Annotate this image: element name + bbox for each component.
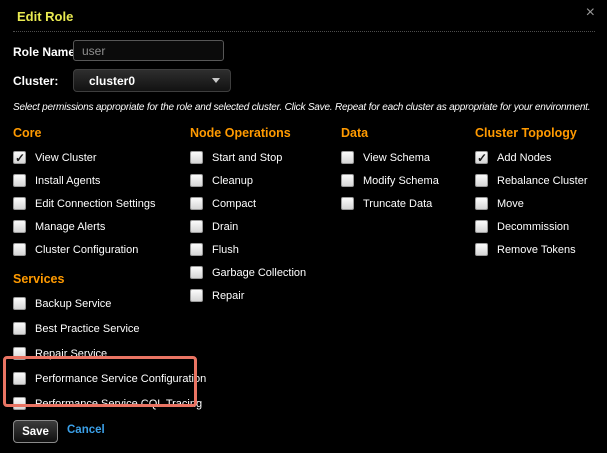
permission-item[interactable]: Rebalance Cluster xyxy=(475,174,588,187)
permission-item[interactable]: Edit Connection Settings xyxy=(13,197,155,210)
checkbox[interactable] xyxy=(190,220,203,233)
checkbox[interactable] xyxy=(13,297,26,310)
permission-label: Garbage Collection xyxy=(212,266,307,279)
permission-label: Repair xyxy=(212,289,245,302)
permission-item[interactable]: Install Agents xyxy=(13,174,155,187)
permission-item[interactable]: Cleanup xyxy=(190,174,306,187)
permission-label: Performance Service CQL Tracing xyxy=(35,397,203,410)
checkbox[interactable] xyxy=(13,347,26,360)
permission-item[interactable]: Manage Alerts xyxy=(13,220,155,233)
permission-item[interactable]: View Cluster xyxy=(13,151,155,165)
permission-label: Performance Service Configuration xyxy=(35,372,207,385)
permission-item[interactable]: Repair Service xyxy=(13,347,206,360)
permission-item[interactable]: View Schema xyxy=(341,151,439,164)
permission-item[interactable]: Truncate Data xyxy=(341,197,439,210)
permission-label: Cleanup xyxy=(212,174,253,187)
permission-item[interactable]: Cluster Configuration xyxy=(13,243,155,256)
permission-item[interactable]: Best Practice Service xyxy=(13,322,206,335)
permission-item[interactable]: Garbage Collection xyxy=(190,266,306,279)
role-name-label: Role Name: xyxy=(13,45,80,59)
checkbox[interactable] xyxy=(475,174,488,187)
section-header-services: Services xyxy=(13,272,65,286)
permission-item[interactable]: Move xyxy=(475,197,588,210)
section-header-node-operations: Node Operations xyxy=(190,126,291,140)
checkbox[interactable] xyxy=(13,174,26,187)
checkbox[interactable] xyxy=(190,243,203,256)
permission-label: Remove Tokens xyxy=(497,243,576,256)
checkbox[interactable] xyxy=(190,151,203,164)
instructions-text: Select permissions appropriate for the r… xyxy=(13,102,591,113)
cancel-link[interactable]: Cancel xyxy=(67,424,105,436)
permission-item[interactable]: Repair xyxy=(190,289,306,302)
checkbox[interactable] xyxy=(341,174,354,187)
checkbox[interactable] xyxy=(190,197,203,210)
checkbox[interactable] xyxy=(475,220,488,233)
section-header-cluster-topology: Cluster Topology xyxy=(475,126,577,140)
permission-label: Edit Connection Settings xyxy=(35,197,156,210)
permission-label: Truncate Data xyxy=(363,197,433,210)
cluster-label: Cluster: xyxy=(13,74,59,88)
save-button[interactable]: Save xyxy=(13,420,58,443)
checkbox[interactable] xyxy=(13,322,26,335)
permission-item[interactable]: Add Nodes xyxy=(475,151,588,165)
dialog-title: Edit Role xyxy=(17,9,74,24)
permission-label: Move xyxy=(497,197,524,210)
cluster-select[interactable]: cluster0 xyxy=(73,69,231,92)
close-icon[interactable]: × xyxy=(586,5,595,21)
permission-label: Modify Schema xyxy=(363,174,439,187)
edit-role-dialog: Edit Role × Role Name: Cluster: cluster0… xyxy=(0,0,607,453)
permission-label: Rebalance Cluster xyxy=(497,174,588,187)
permissions-column-node-operations: Node Operations Start and Stop Cleanup C… xyxy=(190,126,306,312)
permission-label: View Cluster xyxy=(35,151,97,164)
checkbox[interactable] xyxy=(13,151,26,165)
permission-label: Manage Alerts xyxy=(35,220,106,233)
permission-item[interactable]: Decommission xyxy=(475,220,588,233)
checkbox[interactable] xyxy=(475,197,488,210)
permission-label: Best Practice Service xyxy=(35,322,140,335)
permissions-column-data: Data View Schema Modify Schema Truncate … xyxy=(341,126,439,220)
checkbox[interactable] xyxy=(13,243,26,256)
permission-label: Cluster Configuration xyxy=(35,243,139,256)
permission-label: Flush xyxy=(212,243,239,256)
permission-item[interactable]: Flush xyxy=(190,243,306,256)
permission-label: Repair Service xyxy=(35,347,108,360)
permission-label: Start and Stop xyxy=(212,151,283,164)
permission-label: Drain xyxy=(212,220,239,233)
permissions-column-services: Services Backup Service Best Practice Se… xyxy=(13,272,206,422)
permissions-column-cluster-topology: Cluster Topology Add Nodes Rebalance Clu… xyxy=(475,126,588,266)
section-header-core: Core xyxy=(13,126,42,140)
permission-item[interactable]: Backup Service xyxy=(13,297,206,310)
divider xyxy=(13,31,595,32)
permission-label: Install Agents xyxy=(35,174,101,187)
checkbox[interactable] xyxy=(341,197,354,210)
permission-label: View Schema xyxy=(363,151,431,164)
role-name-input[interactable] xyxy=(73,40,224,61)
checkbox[interactable] xyxy=(13,197,26,210)
permission-label: Backup Service xyxy=(35,297,112,310)
permission-item[interactable]: Performance Service CQL Tracing xyxy=(13,397,206,410)
permission-item[interactable]: Remove Tokens xyxy=(475,243,588,256)
checkbox[interactable] xyxy=(475,243,488,256)
permission-item[interactable]: Start and Stop xyxy=(190,151,306,164)
permission-label: Compact xyxy=(212,197,257,210)
permission-label: Decommission xyxy=(497,220,570,233)
checkbox[interactable] xyxy=(475,151,488,165)
permission-label: Add Nodes xyxy=(497,151,552,164)
permission-item[interactable]: Compact xyxy=(190,197,306,210)
checkbox[interactable] xyxy=(13,372,26,385)
cluster-selected-value: cluster0 xyxy=(89,73,136,88)
permissions-column-core: Core View Cluster Install Agents Edit Co… xyxy=(13,126,155,266)
permission-item[interactable]: Performance Service Configuration xyxy=(13,372,206,385)
section-header-data: Data xyxy=(341,126,369,140)
chevron-down-icon xyxy=(212,78,220,83)
checkbox[interactable] xyxy=(13,397,26,410)
checkbox[interactable] xyxy=(13,220,26,233)
checkbox[interactable] xyxy=(190,174,203,187)
permission-item[interactable]: Drain xyxy=(190,220,306,233)
permission-item[interactable]: Modify Schema xyxy=(341,174,439,187)
checkbox[interactable] xyxy=(341,151,354,164)
